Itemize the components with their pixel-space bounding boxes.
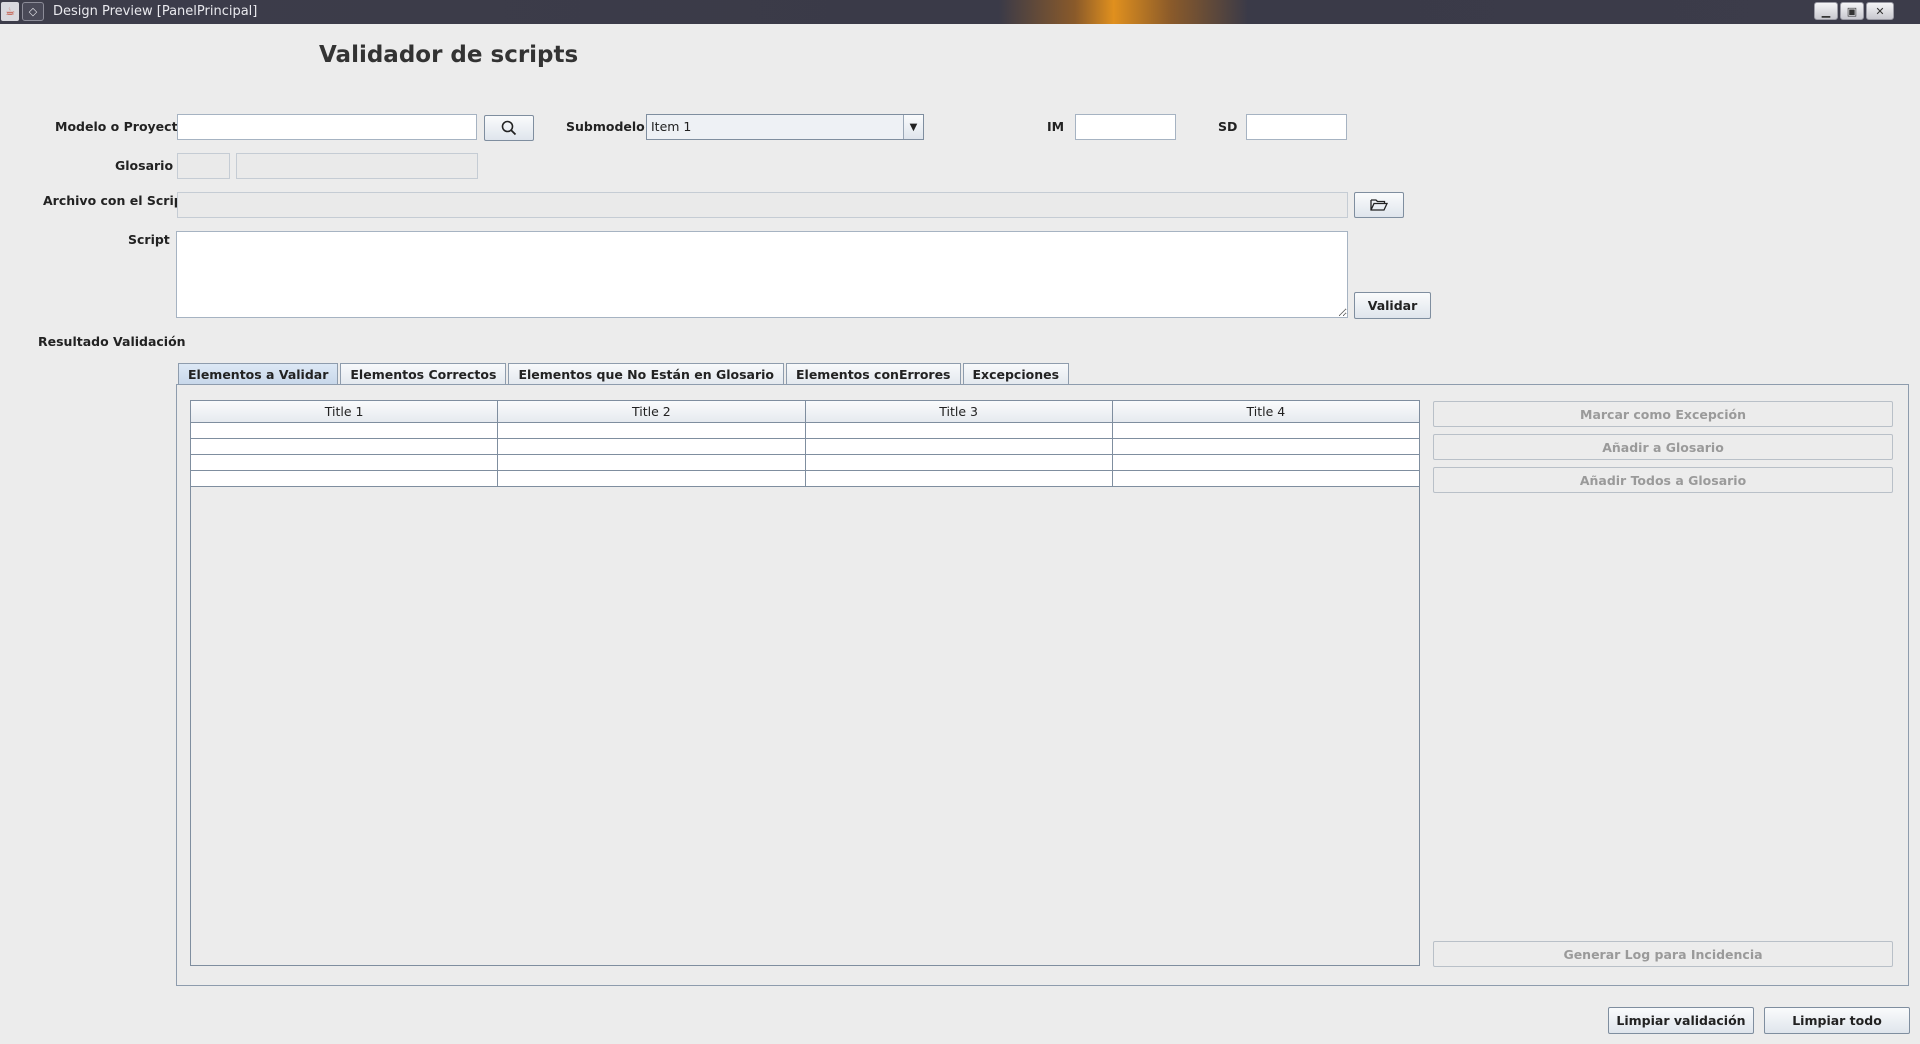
window-title: Design Preview [PanelPrincipal] [53, 4, 258, 19]
column-header[interactable]: Title 2 [498, 401, 806, 422]
table-row[interactable] [191, 455, 1419, 471]
resultado-label: Resultado Validación [38, 334, 186, 349]
folder-open-icon [1370, 199, 1388, 211]
table-cell[interactable] [1113, 471, 1419, 486]
modelo-label: Modelo o Proyecto [55, 119, 187, 134]
anadir-glosario-button[interactable]: Añadir a Glosario [1433, 434, 1893, 460]
glosario-name-field [236, 153, 478, 179]
table-cell[interactable] [191, 455, 499, 470]
table-header: Title 1 Title 2 Title 3 Title 4 [191, 401, 1419, 423]
table-cell[interactable] [191, 471, 499, 486]
im-label: IM [1047, 119, 1065, 134]
table-cell[interactable] [191, 439, 499, 454]
window-menu-icon[interactable]: ◇ [22, 2, 44, 21]
result-tabs: Elementos a Validar Elementos Correctos … [178, 363, 1071, 385]
chevron-down-icon[interactable]: ▼ [903, 115, 923, 139]
script-label: Script [128, 232, 170, 247]
table-cell[interactable] [191, 423, 499, 438]
tab-elementos-a-validar[interactable]: Elementos a Validar [178, 363, 339, 385]
table-cell[interactable] [1113, 455, 1419, 470]
archivo-path-field [177, 192, 1348, 218]
column-header[interactable]: Title 4 [1113, 401, 1419, 422]
archivo-label: Archivo con el Script [43, 193, 189, 208]
results-table[interactable]: Title 1 Title 2 Title 3 Title 4 [190, 400, 1420, 966]
window-titlebar: ☕ ◇ Design Preview [PanelPrincipal] ▁ ▣ … [0, 0, 1920, 24]
submodelo-select[interactable]: Item 1 ▼ [646, 114, 924, 140]
table-cell[interactable] [498, 423, 806, 438]
im-input[interactable] [1075, 114, 1176, 140]
table-cell[interactable] [498, 439, 806, 454]
tab-elementos-correctos[interactable]: Elementos Correctos [340, 363, 507, 385]
restore-icon[interactable]: ▣ [1840, 2, 1864, 20]
glosario-label: Glosario [115, 158, 174, 173]
sd-label: SD [1218, 119, 1238, 134]
column-header[interactable]: Title 1 [191, 401, 499, 422]
search-icon [501, 120, 517, 136]
table-row[interactable] [191, 439, 1419, 455]
validar-button[interactable]: Validar [1354, 292, 1431, 319]
search-button[interactable] [484, 115, 534, 141]
java-app-icon: ☕ [1, 2, 19, 21]
table-row[interactable] [191, 471, 1419, 487]
table-cell[interactable] [498, 455, 806, 470]
table-cell[interactable] [806, 423, 1113, 438]
page-title: Validador de scripts [319, 42, 579, 68]
sd-input[interactable] [1246, 114, 1347, 140]
limpiar-todo-button[interactable]: Limpiar todo [1764, 1007, 1910, 1034]
table-cell[interactable] [498, 471, 806, 486]
table-cell[interactable] [1113, 423, 1419, 438]
modelo-input[interactable] [177, 114, 477, 140]
table-cell[interactable] [1113, 439, 1419, 454]
tab-elementos-con-errores[interactable]: Elementos conErrores [786, 363, 961, 385]
close-icon[interactable]: ✕ [1866, 2, 1894, 20]
column-header[interactable]: Title 3 [806, 401, 1113, 422]
table-row[interactable] [191, 423, 1419, 439]
generar-log-button[interactable]: Generar Log para Incidencia [1433, 941, 1893, 967]
submodelo-selected: Item 1 [651, 119, 692, 134]
browse-file-button[interactable] [1354, 192, 1404, 218]
anadir-todos-glosario-button[interactable]: Añadir Todos a Glosario [1433, 467, 1893, 493]
table-cell[interactable] [806, 439, 1113, 454]
tab-excepciones[interactable]: Excepciones [962, 363, 1070, 385]
minimize-icon[interactable]: ▁ [1814, 2, 1838, 20]
script-textarea[interactable] [176, 231, 1348, 318]
table-cell[interactable] [806, 455, 1113, 470]
tab-no-en-glosario[interactable]: Elementos que No Están en Glosario [508, 363, 784, 385]
marcar-excepcion-button[interactable]: Marcar como Excepción [1433, 401, 1893, 427]
submodelo-label: Submodelo [566, 119, 645, 134]
limpiar-validacion-button[interactable]: Limpiar validación [1608, 1007, 1754, 1034]
glosario-code-field [177, 153, 230, 179]
table-cell[interactable] [806, 471, 1113, 486]
